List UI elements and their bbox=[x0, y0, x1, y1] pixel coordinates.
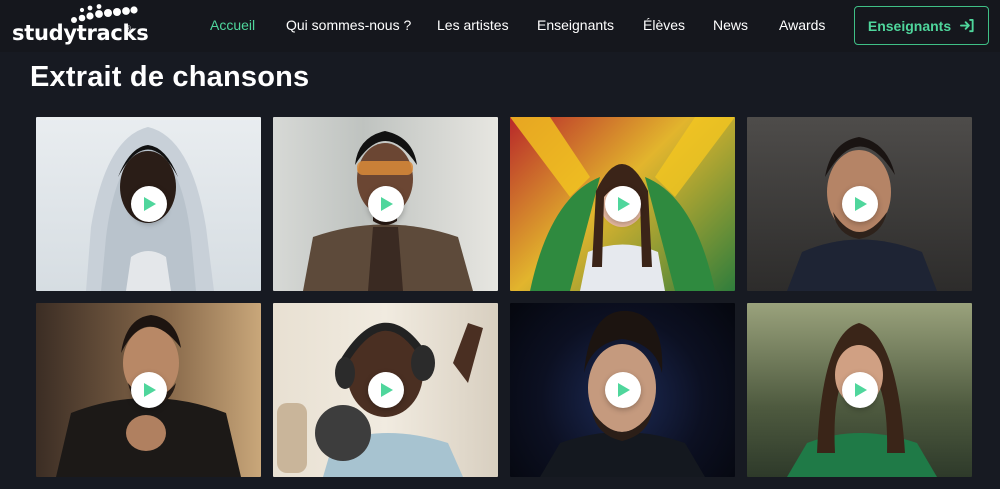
song-card-4[interactable] bbox=[747, 117, 972, 291]
play-button[interactable] bbox=[841, 186, 878, 222]
play-button[interactable] bbox=[130, 372, 167, 408]
play-button[interactable] bbox=[604, 372, 641, 408]
section-title: Extrait de chansons bbox=[30, 61, 310, 93]
nav-item-les-artistes[interactable]: Les artistes bbox=[437, 17, 509, 33]
play-button[interactable] bbox=[367, 186, 404, 222]
play-button[interactable] bbox=[604, 186, 641, 222]
nav-item-enseignants[interactable]: Enseignants bbox=[537, 17, 614, 33]
play-icon bbox=[144, 383, 156, 397]
nav-item-awards[interactable]: Awards bbox=[779, 17, 825, 33]
nav-item-qui-sommes-nous[interactable]: Qui sommes-nous ? bbox=[286, 17, 411, 33]
nav-item-eleves[interactable]: Élèves bbox=[643, 17, 685, 33]
play-icon bbox=[381, 197, 393, 211]
sign-in-icon bbox=[960, 18, 974, 33]
song-card-5[interactable] bbox=[36, 303, 261, 477]
enseignants-login-button[interactable]: Enseignants bbox=[854, 6, 989, 45]
play-icon bbox=[618, 383, 630, 397]
song-card-8[interactable] bbox=[747, 303, 972, 477]
play-icon bbox=[855, 383, 867, 397]
play-button[interactable] bbox=[367, 372, 404, 408]
play-button[interactable] bbox=[841, 372, 878, 408]
play-icon bbox=[855, 197, 867, 211]
top-navbar: studytracks ® Accueil Qui sommes-nous ? … bbox=[0, 0, 1000, 52]
song-card-6[interactable] bbox=[273, 303, 498, 477]
play-icon bbox=[144, 197, 156, 211]
play-icon bbox=[618, 197, 630, 211]
song-card-7[interactable] bbox=[510, 303, 735, 477]
studytracks-logo[interactable]: studytracks ® bbox=[12, 4, 149, 46]
cta-label: Enseignants bbox=[867, 17, 952, 34]
song-card-3[interactable] bbox=[510, 117, 735, 291]
play-button[interactable] bbox=[130, 186, 167, 222]
song-card-1[interactable] bbox=[36, 117, 261, 291]
nav-item-news[interactable]: News bbox=[713, 17, 748, 33]
play-icon bbox=[381, 383, 393, 397]
song-card-2[interactable] bbox=[273, 117, 498, 291]
registered-mark: ® bbox=[125, 24, 131, 33]
nav-item-accueil[interactable]: Accueil bbox=[210, 17, 255, 33]
